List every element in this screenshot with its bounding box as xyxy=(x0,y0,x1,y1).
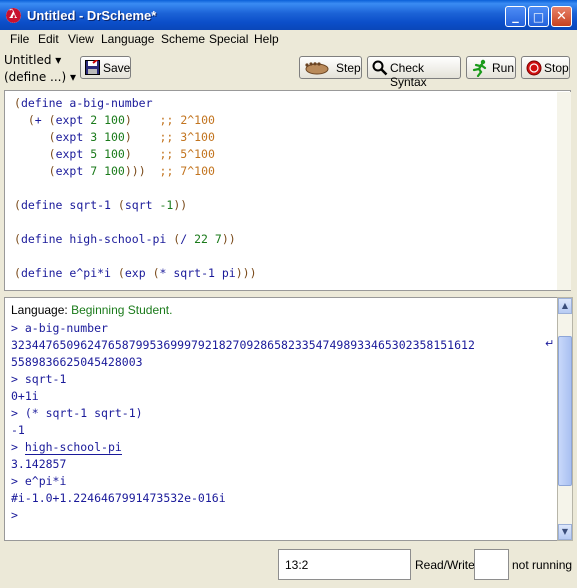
position-field: 13:2 xyxy=(278,549,411,580)
check-syntax-button[interactable]: Check Syntax xyxy=(367,56,461,89)
run-button[interactable]: Run xyxy=(466,56,516,79)
file-name-popup[interactable]: Untitled ▾ xyxy=(4,53,61,67)
activity-indicator xyxy=(474,549,509,580)
run-label: Run xyxy=(492,61,515,75)
menu-language[interactable]: Language xyxy=(101,32,154,46)
repl-line: 5589836625045428003 xyxy=(11,355,143,369)
repl-line: > high-school-pi xyxy=(11,440,122,455)
drscheme-window: Untitled - DrScheme* _ □ ✕ File Edit Vie… xyxy=(0,0,577,588)
repl-line: -1 xyxy=(11,423,25,437)
interactions-window[interactable]: Language: Beginning Student. > a-big-num… xyxy=(4,297,559,541)
code-comment: ;; 5^100 xyxy=(159,147,215,161)
code-line: (define sqrt-1 (sqrt -1)) xyxy=(14,198,188,212)
code-line: (define a-big-number xyxy=(14,96,153,110)
code-line: (expt 7 100))) ;; 7^100 xyxy=(48,164,215,178)
footprint-icon xyxy=(305,62,329,75)
menu-view[interactable]: View xyxy=(68,32,94,46)
code-line: (+ (expt 2 100) ;; 2^100 xyxy=(27,113,215,127)
code-comment: ;; 3^100 xyxy=(159,130,215,144)
repl-line: > (* sqrt-1 sqrt-1) xyxy=(11,406,143,420)
language-name: Beginning Student. xyxy=(71,303,173,317)
menu-file[interactable]: File xyxy=(10,32,29,46)
stop-button[interactable]: Stop xyxy=(521,56,570,79)
code-comment: ;; 2^100 xyxy=(159,113,215,127)
define-popup[interactable]: (define ...) ▾ xyxy=(4,70,76,84)
step-label: Step xyxy=(336,61,361,75)
title-bar[interactable]: Untitled - DrScheme* _ □ ✕ xyxy=(0,0,577,30)
status-bar: 13:2 Read/Write not running xyxy=(0,545,577,588)
magnifier-icon xyxy=(372,60,388,76)
position-indicator: 13:2 xyxy=(285,558,309,572)
save-button[interactable]: Save xyxy=(80,56,131,79)
definitions-editor[interactable]: (define a-big-number (+ (expt 2 100) ;; … xyxy=(4,90,571,291)
editor-scroll-track[interactable] xyxy=(557,92,571,290)
repl-line: > e^pi*i xyxy=(11,474,67,488)
code-comment: ;; 7^100 xyxy=(159,164,215,178)
save-label: Save xyxy=(103,61,131,75)
scroll-down-button[interactable]: ▼ xyxy=(558,524,572,540)
read-write-indicator: Read/Write xyxy=(415,558,475,572)
maximize-button[interactable]: □ xyxy=(528,6,549,27)
code-line: (define high-school-pi (/ 22 7)) xyxy=(14,232,236,246)
repl-line: 0+1i xyxy=(11,389,39,403)
repl-line: 3.142857 xyxy=(11,457,67,471)
repl-line: > sqrt-1 xyxy=(11,372,67,386)
repl-line: > a-big-number xyxy=(11,321,108,335)
minimize-button[interactable]: _ xyxy=(505,6,526,27)
window-title: Untitled - DrScheme* xyxy=(27,8,157,23)
stop-sign-icon xyxy=(526,60,542,76)
code-line: (expt 5 100) ;; 5^100 xyxy=(48,147,215,161)
line-wrap-arrow-icon: ↵ xyxy=(545,337,555,350)
code-line: (define e^pi*i (exp (* sqrt-1 pi))) xyxy=(14,266,257,280)
step-button[interactable]: Step xyxy=(299,56,362,79)
menu-edit[interactable]: Edit xyxy=(38,32,59,46)
language-line: Language: Beginning Student. xyxy=(11,303,172,317)
stop-label: Stop xyxy=(544,61,569,75)
language-label: Language: xyxy=(11,303,72,317)
repl-line: #i-1.0+1.2246467991473532e-016i xyxy=(11,491,226,505)
check-syntax-label: Check Syntax xyxy=(390,61,427,89)
floppy-disk-icon xyxy=(85,60,100,75)
code-line: (expt 3 100) ;; 3^100 xyxy=(48,130,215,144)
running-man-icon xyxy=(472,59,487,77)
running-status: not running xyxy=(512,558,573,572)
repl-line: > xyxy=(11,508,18,522)
scroll-thumb[interactable] xyxy=(558,336,572,486)
menu-scheme[interactable]: Scheme xyxy=(161,32,205,46)
close-button[interactable]: ✕ xyxy=(551,6,572,27)
drscheme-logo-icon xyxy=(6,8,21,23)
interactions-scrollbar[interactable]: ▲ ▼ xyxy=(557,297,573,541)
menu-bar: File Edit View Language Scheme Special H… xyxy=(4,30,573,49)
menu-help[interactable]: Help xyxy=(254,32,279,46)
scroll-up-button[interactable]: ▲ xyxy=(558,298,572,314)
repl-line: 3234476509624765879953699979218270928658… xyxy=(11,338,475,352)
menu-special[interactable]: Special xyxy=(209,32,248,46)
